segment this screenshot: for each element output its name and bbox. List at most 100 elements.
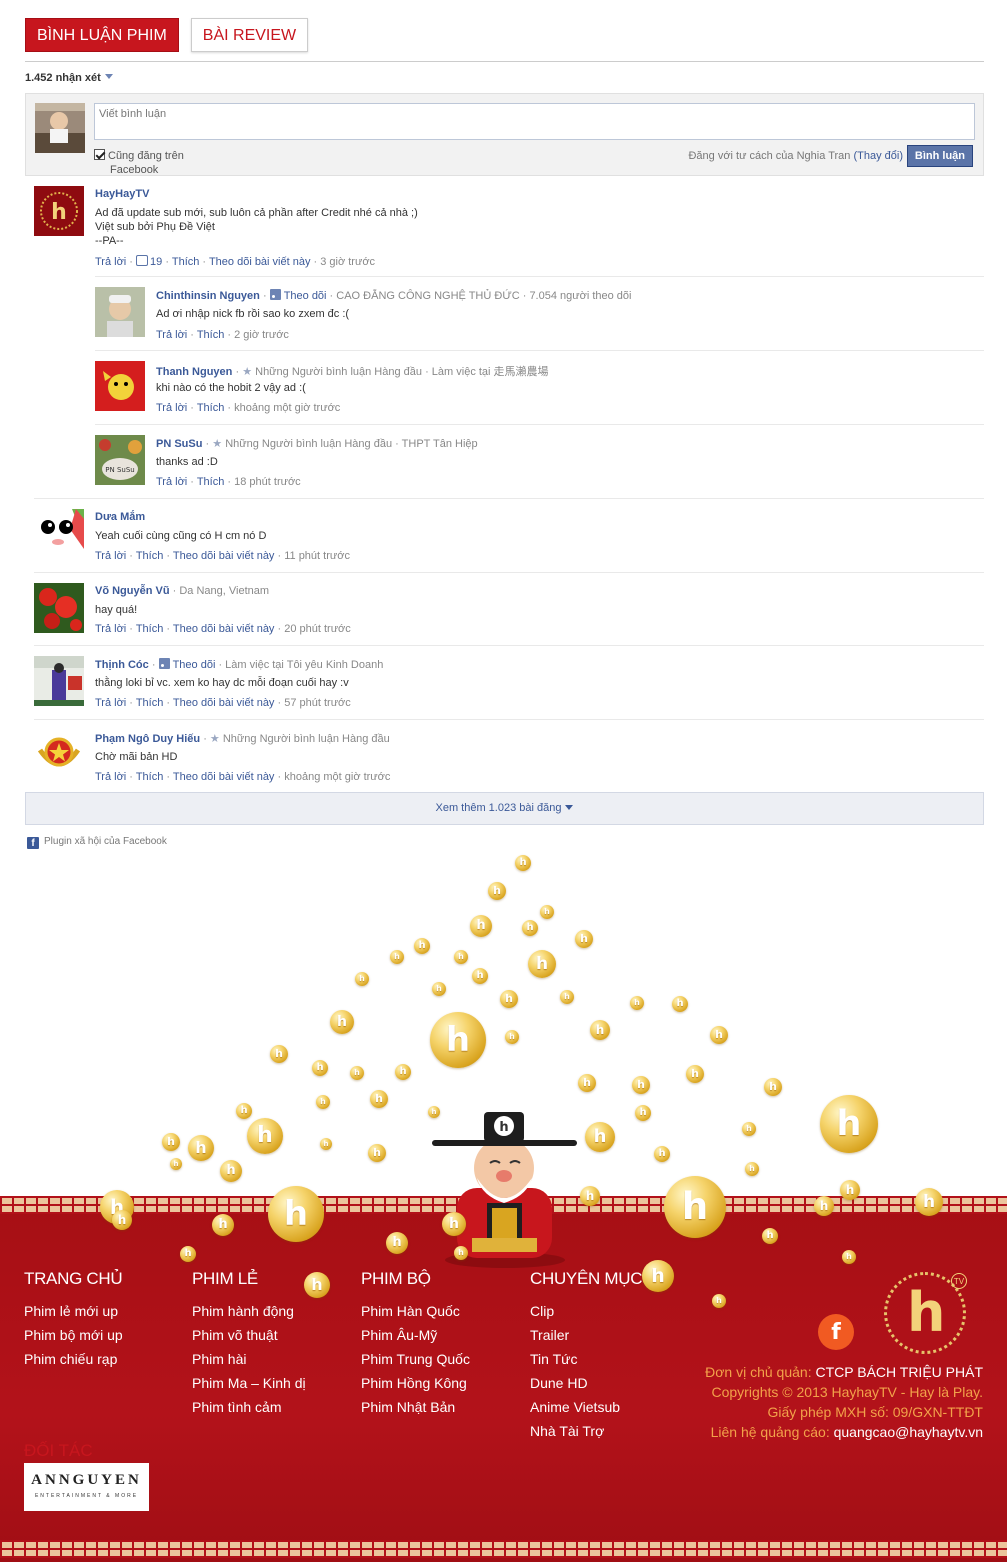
follow-post-link[interactable]: Theo dõi bài viết này <box>173 697 275 709</box>
reply-link[interactable]: Trả lời <box>95 550 126 562</box>
coin-decoration <box>505 1030 519 1044</box>
footer-col-home: TRANG CHỦ Phim lẻ mới up Phim bộ mới up … <box>24 1269 123 1371</box>
like-link[interactable]: Thích <box>136 771 164 783</box>
footer-link[interactable]: Phim Hàn Quốc <box>361 1299 470 1323</box>
partner-logo-annguyen[interactable]: ANNGUYEN ENTERTAINMENT & MORE <box>24 1463 149 1511</box>
like-link[interactable]: Thích <box>197 329 225 341</box>
coin-decoration <box>580 1186 600 1206</box>
commenter-name[interactable]: Thịnh Cóc <box>95 659 149 671</box>
reply-link[interactable]: Trả lời <box>95 623 126 635</box>
footer-link[interactable]: Tin Tức <box>530 1347 642 1371</box>
footer-link[interactable]: Phim Nhật Bản <box>361 1395 470 1419</box>
footer-link[interactable]: Phim Hồng Kông <box>361 1371 470 1395</box>
commenter-avatar <box>34 583 84 633</box>
post-comment-button[interactable]: Bình luận <box>906 145 973 167</box>
ads-email-link[interactable]: quangcao@hayhaytv.vn <box>834 1424 983 1440</box>
coin-decoration <box>488 882 506 900</box>
like-link[interactable]: Thích <box>136 697 164 709</box>
review-tabs: BÌNH LUẬN PHIM BÀI REVIEW <box>25 18 309 52</box>
chevron-down-icon <box>104 74 113 79</box>
comment-input[interactable]: Viết bình luận <box>94 103 975 140</box>
facebook-plugin-credit[interactable]: f Plugin xã hội của Facebook <box>27 836 167 849</box>
tab-bai-review[interactable]: BÀI REVIEW <box>190 18 309 52</box>
footer-link[interactable]: Dune HD <box>530 1371 642 1395</box>
tab-binh-luan-phim[interactable]: BÌNH LUẬN PHIM <box>25 18 179 52</box>
coin-decoration <box>454 1246 468 1260</box>
comment-text: Ad ơi nhập nick fb rồi sao ko zxem đc :( <box>156 308 350 320</box>
like-link[interactable]: Thích <box>172 256 200 268</box>
reply-link[interactable]: Trả lời <box>95 771 126 783</box>
like-link[interactable]: Thích <box>136 623 164 635</box>
company-info: Đơn vị chủ quản: CTCP BÁCH TRIỆU PHÁT Co… <box>705 1362 983 1442</box>
follow-post-link[interactable]: Theo dõi bài viết này <box>173 771 275 783</box>
follow-post-link[interactable]: Theo dõi bài viết này <box>173 623 275 635</box>
footer-col-title[interactable]: TRANG CHỦ <box>24 1269 123 1289</box>
comment-actions: Trả lời · Thích · 18 phút trước <box>156 476 301 488</box>
coin-decoration <box>268 1186 324 1242</box>
footer-link[interactable]: Phim hành động <box>192 1299 306 1323</box>
footer-link[interactable]: Phim tình cảm <box>192 1395 306 1419</box>
footer-link[interactable]: Phim hài <box>192 1347 306 1371</box>
like-count[interactable]: 19 <box>150 256 162 268</box>
like-link[interactable]: Thích <box>197 402 225 414</box>
footer-link[interactable]: Anime Vietsub <box>530 1395 642 1419</box>
coin-decoration <box>742 1122 756 1136</box>
like-link[interactable]: Thích <box>136 550 164 562</box>
comment-time: 57 phút trước <box>284 697 351 709</box>
footer-link[interactable]: Phim Trung Quốc <box>361 1347 470 1371</box>
coin-decoration <box>220 1160 242 1182</box>
divider <box>34 572 984 573</box>
footer-col-title[interactable]: CHUYÊN MỤC <box>530 1269 643 1289</box>
footer-link[interactable]: Phim lẻ mới up <box>24 1299 123 1323</box>
footer-link[interactable]: Nhà Tài Trợ <box>530 1419 642 1443</box>
footer-col-title[interactable]: PHIM BỘ <box>361 1269 470 1289</box>
checkbox-checked-icon <box>94 149 105 160</box>
facebook-icon[interactable]: f <box>818 1314 854 1350</box>
reply-link[interactable]: Trả lời <box>156 476 187 488</box>
follow-post-link[interactable]: Theo dõi bài viết này <box>173 550 275 562</box>
footer-link[interactable]: Trailer <box>530 1323 642 1347</box>
commenter-name[interactable]: Võ Nguyễn Vũ <box>95 585 170 597</box>
reply-link[interactable]: Trả lời <box>156 402 187 414</box>
reply-link[interactable]: Trả lời <box>95 256 126 268</box>
coin-decoration <box>236 1103 252 1119</box>
commenter-name[interactable]: HayHayTV <box>95 188 149 200</box>
follow-post-link[interactable]: Theo dõi bài viết này <box>209 256 311 268</box>
commenter-name[interactable]: Phạm Ngô Duy Hiếu <box>95 733 200 745</box>
commenter-name[interactable]: PN SuSu <box>156 438 202 450</box>
reply-link[interactable]: Trả lời <box>95 697 126 709</box>
comment-count-dropdown[interactable]: 1.452 nhận xét <box>25 72 113 84</box>
divider <box>95 350 984 351</box>
coin-decoration <box>355 972 369 986</box>
tabs-divider <box>25 61 984 62</box>
coin-decoration <box>432 982 446 996</box>
comment-text: Ad đã update sub mới, sub luôn cả phần a… <box>95 207 418 247</box>
comment-text: Chờ mãi bản HD <box>95 751 178 763</box>
share-on-facebook-checkbox[interactable]: Cũng đăng trên Facebook <box>94 149 204 177</box>
footer-col-title[interactable]: PHIM LẺ <box>192 1269 306 1289</box>
follow-link[interactable]: Theo dõi <box>173 659 216 671</box>
hayhaytv-logo[interactable]: h TV <box>884 1272 967 1354</box>
follow-link[interactable]: Theo dõi <box>284 290 327 302</box>
footer-link[interactable]: Phim Âu-Mỹ <box>361 1323 470 1347</box>
commenter-name[interactable]: Dưa Mắm <box>95 511 145 523</box>
commenter-name[interactable]: Chinthinsin Nguyen <box>156 290 260 302</box>
change-identity-link[interactable]: (Thay đổi) <box>853 150 903 162</box>
coin-decoration <box>842 1250 856 1264</box>
coin-decoration <box>470 915 492 937</box>
coin-decoration <box>350 1066 364 1080</box>
comment-composer: Viết bình luận Cũng đăng trên Facebook Đ… <box>25 93 984 176</box>
footer-link[interactable]: Phim bộ mới up <box>24 1323 123 1347</box>
footer-link[interactable]: Clip <box>530 1299 642 1323</box>
like-link[interactable]: Thích <box>197 476 225 488</box>
commenter-meta: Làm việc tại Tôi yêu Kinh Doanh <box>225 659 384 671</box>
footer-link[interactable]: Phim võ thuật <box>192 1323 306 1347</box>
commenter-avatar <box>34 730 84 780</box>
footer-link[interactable]: Phim Ma – Kinh dị <box>192 1371 306 1395</box>
footer-link[interactable]: Phim chiếu rạp <box>24 1347 123 1371</box>
footer-col-movies: PHIM LẺ Phim hành động Phim võ thuật Phi… <box>192 1269 306 1419</box>
reply-link[interactable]: Trả lời <box>156 329 187 341</box>
commenter-name[interactable]: Thanh Nguyen <box>156 366 232 378</box>
load-more-button[interactable]: Xem thêm 1.023 bài đăng <box>25 792 984 825</box>
owner-name: CTCP BÁCH TRIỆU PHÁT <box>815 1364 983 1380</box>
